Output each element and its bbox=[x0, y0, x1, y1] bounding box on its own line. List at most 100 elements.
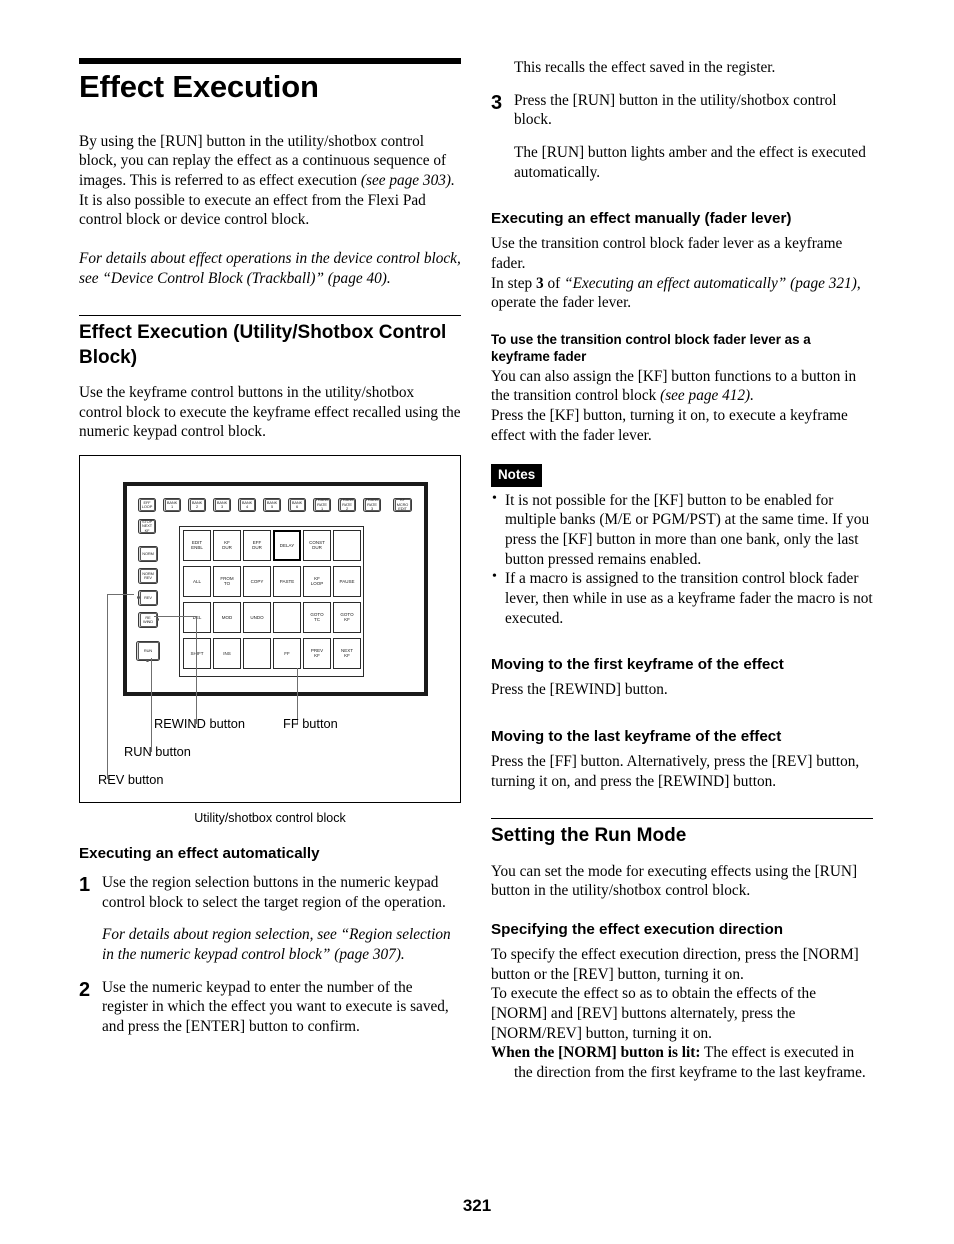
direction-paragraph-3-label: When the [NORM] button is lit: bbox=[491, 1044, 701, 1062]
leader-line-rewind-v bbox=[196, 615, 198, 724]
grid-button-mod[interactable]: MOD bbox=[213, 601, 241, 633]
manual-paragraph-2-prefix: In step bbox=[491, 274, 537, 292]
run-mode-section-rule bbox=[491, 818, 873, 820]
panel-button-norm-rev[interactable]: NORM REV bbox=[138, 567, 158, 584]
callout-rev-button: REV button bbox=[98, 771, 164, 787]
grid-button-const-dur[interactable]: CONST DUR bbox=[303, 529, 331, 561]
manual-paragraph-2-step-number: 3 bbox=[536, 274, 544, 292]
panel-button-bank-3[interactable]: BANK 3 bbox=[213, 497, 231, 512]
panel-button-trans-rate-1[interactable]: TRANS RATE 1 bbox=[313, 497, 331, 512]
grid-button-label: DELAY bbox=[279, 542, 295, 548]
grid-button-all[interactable]: ALL bbox=[183, 565, 211, 597]
panel-button-bank-1[interactable]: BANK 1 bbox=[163, 497, 181, 512]
grid-button-label: UNDO bbox=[250, 614, 264, 620]
heading-executing-effect-automatically: Executing an effect automatically bbox=[79, 844, 320, 862]
direction-paragraph-3: When the [NORM] button is lit: The effec… bbox=[491, 1043, 873, 1082]
panel-button-label: REV bbox=[139, 591, 157, 605]
panel-button-bank-2[interactable]: BANK 2 bbox=[188, 497, 206, 512]
grid-button-delay[interactable]: DELAY bbox=[273, 529, 301, 561]
notes-badge: Notes bbox=[491, 464, 543, 487]
last-keyframe-body: Press the [FF] button. Alternatively, pr… bbox=[491, 752, 860, 790]
left-column: Effect Execution By using the [RUN] butt… bbox=[79, 58, 461, 1037]
first-keyframe-body: Press the [REWIND] button. bbox=[491, 681, 668, 699]
panel-button-run[interactable]: RUN bbox=[136, 640, 160, 661]
grid-button-label: MOD bbox=[221, 614, 233, 620]
grid-button-goto-kf[interactable]: GOTO KF bbox=[333, 601, 361, 633]
notes-block: Notes It is not possible for the [KF] bu… bbox=[491, 464, 873, 628]
leader-line-rev-h bbox=[107, 593, 134, 596]
step-2-number: 2 bbox=[79, 978, 91, 1001]
intro-paragraph-2: It is also possible to execute an effect… bbox=[79, 191, 426, 229]
grid-button-next-kf[interactable]: NEXT KF bbox=[333, 637, 361, 669]
panel-button-bank-5[interactable]: BANK 5 bbox=[263, 497, 281, 512]
step-3-number: 3 bbox=[491, 91, 503, 114]
section-heading-effect-execution: Effect Execution (Utility/Shotbox Contro… bbox=[79, 322, 447, 368]
notes-list: It is not possible for the [KF] button t… bbox=[491, 490, 873, 629]
page-number: 321 bbox=[462, 1196, 492, 1215]
panel-button-trans-rate-2[interactable]: TRANS RATE 2 bbox=[338, 497, 356, 512]
grid-button-edit-enbl[interactable]: EDIT ENBL bbox=[183, 529, 211, 561]
panel-button-norm[interactable]: NORM bbox=[138, 545, 158, 562]
heading-moving-first-keyframe: Moving to the first keyframe of the effe… bbox=[491, 656, 784, 674]
direction-paragraph-1: To specify the effect execution directio… bbox=[491, 945, 859, 983]
rewind-button-indicator-dot bbox=[156, 617, 160, 622]
grid-button-from-to[interactable]: FROM TO bbox=[213, 565, 241, 597]
step-1-cross-reference: For details about region selection, see … bbox=[102, 926, 451, 963]
step-3-result-wrapper: The [RUN] button lights amber and the ef… bbox=[491, 143, 873, 182]
grid-button-label: EDIT ENBL bbox=[191, 540, 203, 551]
grid-button-label: FROM TO bbox=[220, 576, 234, 587]
grid-button-copy[interactable]: COPY bbox=[243, 565, 271, 597]
grid-button-goto-tc[interactable]: GOTO TC bbox=[303, 601, 331, 633]
grid-button-label: ALL bbox=[192, 578, 201, 584]
grid-button-label: INS bbox=[223, 650, 231, 656]
manual-paragraph-2-of: of bbox=[543, 274, 565, 292]
grid-button-kf-loop[interactable]: KF LOOP bbox=[303, 565, 331, 597]
grid-button-eff-dur[interactable]: EFF DUR bbox=[243, 529, 271, 561]
step-3-result: The [RUN] button lights amber and the ef… bbox=[514, 143, 866, 181]
grid-button-label: PASTE bbox=[279, 578, 295, 584]
grid-button-blank-2[interactable] bbox=[273, 601, 301, 633]
intro-paragraph-1-reference: (see page 303). bbox=[360, 172, 455, 190]
grid-button-label: NEXT KF bbox=[340, 648, 353, 659]
grid-button-label: GOTO KF bbox=[340, 612, 354, 623]
grid-button-undo[interactable]: UNDO bbox=[243, 601, 271, 633]
panel-button-label: BANK 4 bbox=[239, 499, 255, 511]
step-2-text: Use the numeric keypad to enter the numb… bbox=[102, 978, 449, 1035]
leader-line-rewind-h bbox=[154, 615, 197, 618]
grid-button-kf-dur[interactable]: KF DUR bbox=[213, 529, 241, 561]
grid-button-prev-kf[interactable]: PREV KF bbox=[303, 637, 331, 669]
heading-setting-run-mode: Setting the Run Mode bbox=[491, 825, 687, 847]
grid-button-ff[interactable]: FF bbox=[273, 637, 301, 669]
panel-button-eff-loop[interactable]: EFF LOOP bbox=[138, 497, 156, 512]
manual-paragraph-1: Use the transition control block fader l… bbox=[491, 235, 843, 272]
grid-button-paste[interactable]: PASTE bbox=[273, 565, 301, 597]
panel-button-bank-4[interactable]: BANK 4 bbox=[238, 497, 256, 512]
grid-button-ins[interactable]: INS bbox=[213, 637, 241, 669]
section-rule bbox=[79, 315, 461, 317]
grid-button-label: COPY bbox=[250, 578, 264, 584]
panel-button-stop-next-kf[interactable]: STOP NEXT KF bbox=[138, 518, 156, 534]
figure-caption: Utility/shotbox control block bbox=[194, 810, 346, 825]
control-panel-diagram: EFF LOOP BANK 1 BANK 2 BANK 3 BANK 4 BAN… bbox=[123, 481, 428, 696]
grid-button-pause[interactable]: PAUSE bbox=[333, 565, 361, 597]
grid-button-blank-1[interactable] bbox=[333, 529, 361, 561]
grid-button-label: GOTO TC bbox=[310, 612, 324, 623]
grid-button-label: KF LOOP bbox=[310, 576, 324, 587]
keyframe-button-grid: EDIT ENBL KF DUR EFF DUR DELAY CONST DUR… bbox=[179, 525, 364, 677]
panel-button-rewind[interactable]: RE WIND bbox=[138, 611, 158, 628]
document-page: Effect Execution By using the [RUN] butt… bbox=[0, 0, 954, 1244]
run-mode-body: You can set the mode for executing effec… bbox=[491, 862, 858, 900]
panel-button-label: TRANS RATE 2 bbox=[339, 497, 355, 512]
step-1: 1 Use the region selection buttons in th… bbox=[79, 873, 461, 912]
panel-button-label: STOP NEXT KF bbox=[139, 520, 155, 533]
direction-paragraph-2: To execute the effect so as to obtain th… bbox=[491, 985, 816, 1042]
grid-button-blank-3[interactable] bbox=[243, 637, 271, 669]
panel-button-label: KF MCRO EDIT bbox=[394, 499, 411, 511]
heading-executing-effect-manually: Executing an effect manually (fader leve… bbox=[491, 210, 792, 228]
panel-button-rev[interactable]: REV bbox=[138, 589, 158, 606]
panel-button-bank-6[interactable]: BANK 6 bbox=[288, 497, 306, 512]
panel-button-kf-mcro-edit[interactable]: KF MCRO EDIT bbox=[393, 497, 412, 512]
panel-button-trans-rate-3[interactable]: TRANS RATE 3 bbox=[363, 497, 381, 512]
callout-run-button: RUN button bbox=[124, 743, 191, 759]
intro-cross-reference: For details about effect operations in t… bbox=[79, 250, 461, 287]
